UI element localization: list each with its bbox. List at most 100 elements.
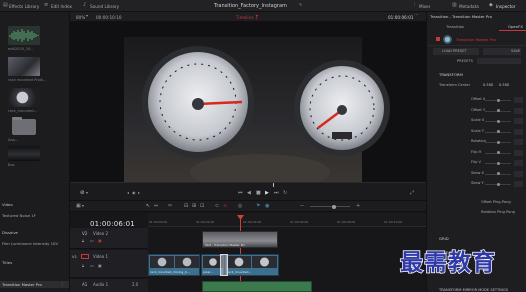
zoom-slider[interactable] [310,206,350,207]
clip-thumbnail-audio[interactable] [8,26,40,45]
load-preset-button[interactable]: LOAD PRESET [433,48,479,55]
sound-library-tab[interactable]: Sound Library [90,4,119,9]
last-frame-icon[interactable]: ⏭ [274,191,279,196]
presets-dropdown[interactable] [477,58,521,64]
reverse-play-icon[interactable]: ◀ [247,191,251,196]
tab-transition[interactable]: Transition [446,24,464,29]
fullscreen-icon[interactable]: ⤢ [410,191,414,196]
param-value-box[interactable] [514,181,523,187]
overwrite-icon[interactable]: ⊞ [192,204,196,209]
clip-mark-icon[interactable]: ◉ [132,191,136,195]
transition-marker[interactable] [220,254,228,276]
center-y-value[interactable]: 0.500 [499,83,509,87]
dropdown-icon[interactable]: ▾ [82,204,84,208]
param-slider-handle[interactable] [497,119,500,123]
param-value-box[interactable] [514,107,523,114]
param-value-box[interactable] [514,118,523,124]
position-lock-icon[interactable]: ◎ [238,204,242,209]
video-clip[interactable]: rack_mounted... [225,254,279,276]
param-value-box[interactable] [514,170,523,177]
replace-icon[interactable]: ⊡ [200,204,204,209]
video-clip[interactable]: rack_mounted_driving_b... [148,254,200,276]
section-transform[interactable]: TRANSFORM [439,72,463,77]
param-slider-handle[interactable] [497,130,500,133]
lock-icon[interactable]: 🔒︎ [82,264,84,268]
effect-enable-toggle[interactable] [436,37,440,41]
disable-track-icon[interactable]: ▣ [98,264,102,268]
param-value-box[interactable] [514,139,523,145]
options-icon[interactable]: ⋮ [60,282,64,286]
track-name[interactable]: Video 2 [93,231,108,236]
prev-frame-icon[interactable]: ◂ [127,191,129,195]
clip-thumbnail-video[interactable] [8,57,40,76]
effects-item[interactable]: Film Luminance Intensity 1KV [2,241,58,246]
track-target-marker[interactable] [81,254,89,259]
edit-index-tab[interactable]: Edit Index [51,4,72,9]
param-value-box[interactable] [514,160,523,166]
lock-icon[interactable]: 🔒︎ [82,239,84,243]
playhead-marker[interactable] [273,183,274,187]
track-name[interactable]: Video 1 [93,254,108,259]
metadata-tab[interactable]: Metadata [459,4,479,9]
effects-item[interactable]: Transition Master Pro [2,282,42,287]
zoom-dropdown-icon[interactable]: ▾ [86,14,88,18]
flag-icon[interactable]: ⚑ [256,204,260,209]
effects-item[interactable]: Textured Noise 1F [2,213,36,218]
speedometer-icon[interactable]: ⊘ [80,190,85,197]
param-slider-handle[interactable] [497,182,500,186]
first-frame-icon[interactable]: ⏮ [238,191,243,196]
title-clip[interactable]: Text - Transition Master Pro [202,231,278,248]
selection-tool-icon[interactable]: ↖ [146,204,150,209]
effects-category[interactable]: Titles [2,260,12,265]
layout-icon[interactable]: ▣ [76,204,81,209]
viewer[interactable] [70,22,426,182]
effects-category[interactable]: Video [2,202,13,207]
center-x-value[interactable]: 0.500 [483,83,493,87]
next-frame-icon[interactable]: ▸ [138,191,140,195]
auto-select-icon[interactable]: ▭ [90,264,94,268]
audio-clip[interactable] [202,281,312,292]
clip-thumbnail-video[interactable] [8,88,40,107]
param-slider-handle[interactable] [497,161,500,165]
mixer-tab[interactable]: Mixer [419,4,430,9]
section-grid[interactable]: GRID [439,236,449,241]
effects-library-tab[interactable]: Effects Library [9,4,39,9]
stop-icon[interactable]: ■ [256,191,261,196]
dropdown-icon[interactable]: ▾ [86,191,88,195]
zoom-out-icon[interactable]: − [300,204,304,209]
folder-icon[interactable] [12,119,36,135]
section-mirror-mode[interactable]: TRANSFORM MIRROR MODE SETTINGS [439,288,508,292]
link-icon[interactable]: ∞ [223,204,227,209]
param-slider-handle[interactable] [497,98,500,102]
disable-track-icon[interactable]: ▣ [98,239,102,243]
param-slider-handle[interactable] [497,151,500,154]
tab-openfx[interactable]: OpenFX [508,24,523,29]
auto-select-icon[interactable]: ▭ [90,239,94,243]
blade-tool-icon[interactable]: ✂ [168,204,172,209]
param-slider-handle[interactable] [497,172,500,175]
timeline-selector[interactable]: Timeline 1 [236,15,258,20]
snap-icon[interactable]: ⊂ [215,204,219,209]
inspector-tab[interactable]: Inspector [496,4,516,9]
viewer-options-icon[interactable]: ⋯ [414,13,419,19]
play-icon[interactable]: ▶ [265,191,269,196]
param-value-box[interactable] [514,149,523,156]
timeline-dropdown-icon[interactable]: ▾ [256,14,258,18]
marker-icon[interactable]: ● [265,204,269,209]
insert-icon[interactable]: ⊟ [184,204,188,209]
loop-icon[interactable]: ↻ [283,191,287,196]
zoom-in-icon[interactable]: + [356,204,360,209]
zoom-level[interactable]: 80% [76,15,85,20]
param-row: Rotation [427,138,526,147]
param-value-box[interactable] [514,128,523,135]
param-slider-handle[interactable] [497,109,500,112]
effects-category[interactable]: Dissolve [2,230,18,235]
zoom-slider-handle[interactable] [332,204,336,209]
param-value-box[interactable] [514,97,523,103]
track-name[interactable]: Audio 1 [93,282,108,287]
save-preset-button[interactable]: SAVE [483,48,521,55]
timeline-ruler[interactable]: 01:00:00:00 01:00:02:00 01:00:04:00 01:0… [148,213,426,227]
clip-thumbnail-video[interactable] [8,146,40,161]
param-slider-handle[interactable] [497,140,500,144]
trim-tool-icon[interactable]: ⇔ [154,204,158,209]
